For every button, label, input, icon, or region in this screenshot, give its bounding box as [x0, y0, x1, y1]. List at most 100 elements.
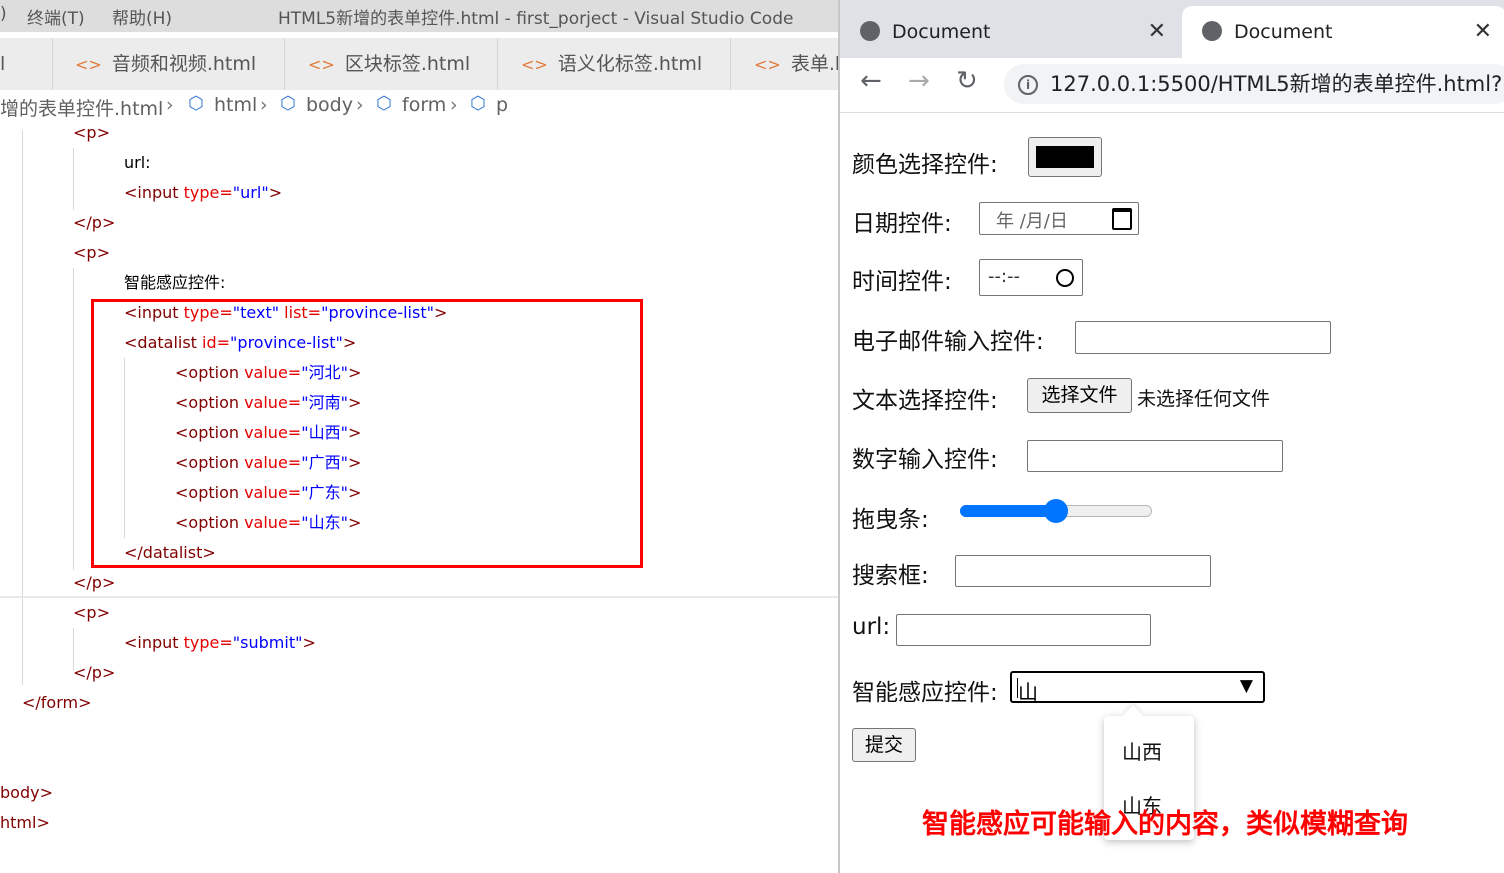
browser-tab-bar: Document ✕ Document ✕ [840, 0, 1504, 58]
calendar-icon[interactable] [1112, 208, 1132, 230]
chevron-right-icon: › [450, 94, 458, 116]
submit-button[interactable]: 提交 [852, 728, 916, 762]
code-line: url: [124, 153, 151, 172]
smart-input[interactable]: 山 ▼ [1010, 671, 1265, 704]
tab-partial[interactable]: l [0, 38, 53, 90]
smart-label: 智能感应控件: [852, 680, 998, 706]
code-line: <input type="url"> [124, 183, 283, 202]
indent-guide [22, 130, 23, 685]
html-file-icon: <> [75, 55, 102, 74]
breadcrumb-file[interactable]: 增的表单控件.html [0, 94, 163, 121]
tab-label: 表单.ht [790, 53, 838, 75]
file-status: 未选择任何文件 [1137, 388, 1271, 410]
url-text: 127.0.0.1:5500/HTML5新增的表单控件.html? [1050, 72, 1503, 96]
back-arrow-icon[interactable]: ← [860, 66, 882, 96]
date-placeholder: 年 /月/日 [996, 211, 1068, 232]
tab-title: Document [1234, 21, 1333, 43]
time-input[interactable]: --:-- [979, 259, 1083, 296]
tab-label: 区块标签.html [344, 53, 471, 75]
tab-block-tags[interactable]: <> 区块标签.html [286, 38, 498, 90]
breadcrumb-html[interactable]: html [214, 94, 257, 116]
chevron-right-icon: › [260, 94, 268, 116]
close-icon[interactable]: ✕ [1474, 6, 1492, 58]
smart-input-value: 山 [1018, 680, 1038, 704]
code-line: </p> [73, 663, 116, 682]
browser-tab[interactable]: Document ✕ [840, 6, 1180, 58]
browser-window: Document ✕ Document ✕ ← → ↻ i 127.0.0.1:5… [838, 0, 1504, 873]
code-line: </p> [73, 213, 116, 232]
element-icon: ⬡ [376, 93, 392, 114]
html-file-icon: <> [308, 55, 335, 74]
info-icon[interactable]: i [1018, 75, 1038, 95]
highlight-box [91, 299, 643, 568]
indent-guide [73, 268, 74, 570]
search-label: 搜索框: [852, 563, 929, 589]
html-file-icon: <> [754, 55, 781, 74]
code-line: <p> [73, 603, 110, 622]
tab-form[interactable]: <> 表单.ht [732, 38, 838, 90]
tab-label: 语义化标签.html [557, 53, 703, 75]
choose-file-button[interactable]: 选择文件 [1027, 378, 1132, 413]
breadcrumb-body[interactable]: body [306, 94, 353, 116]
dropdown-caret [1123, 705, 1143, 725]
editor-tabs: l <> 音频和视频.html <> 区块标签.html <> 语义化标签.html … [0, 38, 838, 90]
code-line: </p> [73, 573, 116, 592]
forward-arrow-icon[interactable]: → [908, 66, 930, 96]
vscode-window: ) 终端(T) 帮助(H) HTML5新增的表单控件.html - first_… [0, 0, 838, 873]
url-label: url: [852, 614, 891, 640]
time-placeholder: --:-- [988, 266, 1021, 287]
globe-icon [860, 20, 880, 41]
code-line: <p> [73, 123, 110, 142]
color-label: 颜色选择控件: [852, 152, 998, 178]
search-input[interactable] [955, 555, 1211, 587]
title-bar: ) 终端(T) 帮助(H) HTML5新增的表单控件.html - first_… [0, 0, 838, 32]
breadcrumb-p[interactable]: p [496, 94, 508, 116]
browser-toolbar: ← → ↻ i 127.0.0.1:5500/HTML5新增的表单控件.html? [840, 58, 1504, 113]
element-icon: ⬡ [280, 93, 296, 114]
element-icon: ⬡ [188, 93, 204, 114]
color-swatch [1036, 146, 1094, 168]
close-icon[interactable]: ✕ [1148, 6, 1166, 58]
menu-terminal[interactable]: 终端(T) [27, 4, 85, 29]
number-label: 数字输入控件: [852, 447, 998, 473]
dropdown-arrow-icon[interactable]: ▼ [1240, 676, 1253, 696]
date-input[interactable]: 年 /月/日 [979, 202, 1139, 235]
suggestion-option[interactable]: 山西 [1122, 736, 1162, 765]
url-input[interactable] [896, 614, 1151, 646]
tab-audio-video[interactable]: <> 音频和视频.html [53, 38, 285, 90]
reload-icon[interactable]: ↻ [956, 66, 978, 96]
breadcrumb: 增的表单控件.html › ⬡ html › ⬡ body › ⬡ form ›… [0, 92, 838, 122]
breadcrumb-form[interactable]: form [402, 94, 446, 116]
time-label: 时间控件: [852, 269, 952, 295]
code-line: <p> [73, 243, 110, 262]
number-input[interactable] [1027, 440, 1283, 472]
tab-title: Document [892, 21, 991, 43]
element-icon: ⬡ [470, 93, 486, 114]
annotation-text: 智能感应可能输入的内容，类似模糊查询 [922, 809, 1408, 840]
globe-icon [1202, 20, 1222, 41]
address-bar[interactable]: i 127.0.0.1:5500/HTML5新增的表单控件.html? [1004, 64, 1504, 104]
code-line: 智能感应控件: [124, 273, 226, 292]
chevron-right-icon: › [356, 94, 364, 116]
code-line: html> [0, 813, 50, 832]
tab-label: 音频和视频.html [111, 53, 257, 75]
file-label: 文本选择控件: [852, 388, 998, 414]
indent-guide [73, 148, 74, 210]
range-fill [960, 505, 1056, 517]
tab-semantic-tags[interactable]: <> 语义化标签.html [499, 38, 731, 90]
text-cursor [1017, 678, 1018, 698]
current-line-highlight [0, 596, 838, 598]
email-input[interactable] [1075, 321, 1331, 354]
code-line: <input type="submit"> [124, 633, 316, 652]
color-picker[interactable] [1028, 137, 1102, 177]
html-file-icon: <> [521, 55, 548, 74]
code-line: </form> [22, 693, 92, 712]
email-label: 电子邮件输入控件: [852, 329, 1044, 355]
chevron-right-icon: › [166, 94, 174, 116]
range-thumb[interactable] [1044, 499, 1068, 523]
browser-tab-active[interactable]: Document ✕ [1182, 6, 1504, 58]
menu-help[interactable]: 帮助(H) [112, 4, 172, 29]
window-title: HTML5新增的表单控件.html - first_porject - Visu… [278, 9, 794, 29]
clock-icon[interactable] [1056, 269, 1074, 287]
menu-fragment: ) [0, 4, 7, 24]
